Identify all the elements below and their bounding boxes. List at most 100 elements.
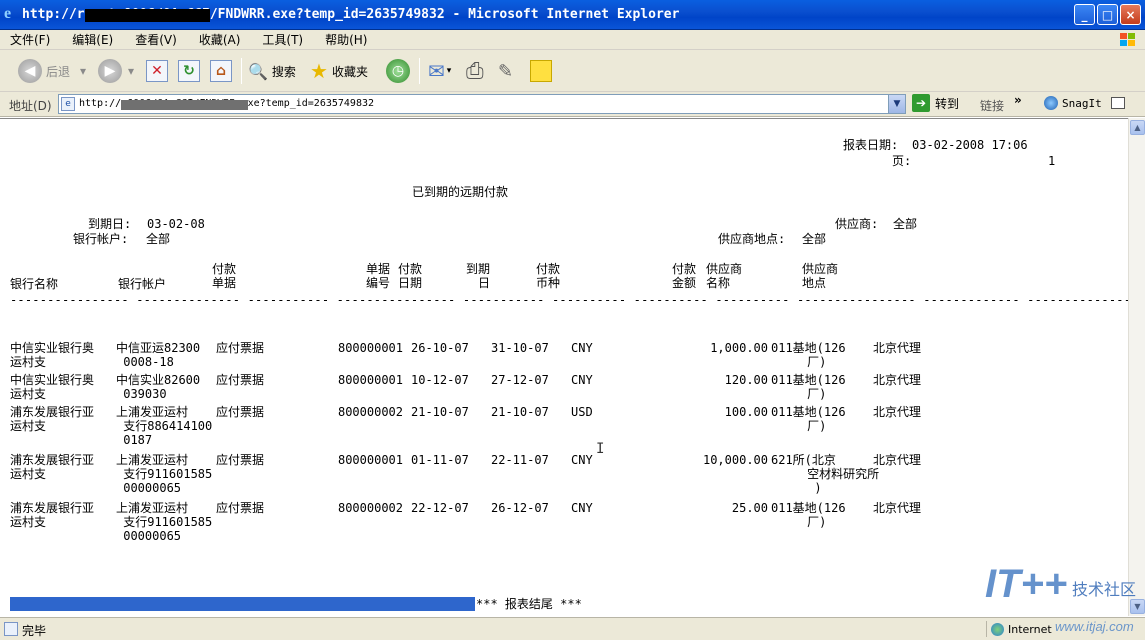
- cell-site: 北京代理: [873, 373, 922, 387]
- cell-account: 中信实业82600 039030: [116, 373, 201, 401]
- cell-vendor: 621所(北京 空材料研究所 ): [771, 453, 880, 495]
- cell-vendor: 011基地(126 厂): [771, 405, 846, 433]
- history-button[interactable]: ◷: [386, 58, 410, 84]
- snagit-capture-icon[interactable]: [1111, 97, 1125, 109]
- header-bank-account: 银行帐户: [118, 277, 167, 291]
- edit-button[interactable]: ✎: [498, 58, 513, 84]
- address-bar: 地址(D) e http:// 6006/OA_CGI/FNDWRR.exe?t…: [0, 92, 1145, 117]
- cell-amount: 100.00: [724, 405, 768, 419]
- page-icon: e: [61, 97, 75, 111]
- cell-due: 31-10-07: [491, 341, 549, 355]
- supplier: 全部: [893, 217, 918, 231]
- back-button[interactable]: ◀ 后退 ▾: [18, 58, 86, 84]
- print-button[interactable]: ⎙: [466, 58, 484, 84]
- cell-bank: 中信实业银行奥 运村支: [10, 373, 95, 401]
- menu-help[interactable]: 帮助(H): [325, 31, 367, 48]
- cell-bank: 浦东发展银行亚 运村支: [10, 453, 95, 481]
- security-zone: Internet: [986, 621, 1052, 637]
- cell-vendor: 011基地(126 厂): [771, 373, 846, 401]
- cell-doc-no: 800000001: [337, 373, 403, 387]
- header-separator: ---------------- -------------- --------…: [10, 293, 1128, 307]
- favorites-button[interactable]: ★ 收藏夹: [310, 58, 368, 84]
- discuss-button[interactable]: [530, 58, 552, 84]
- cell-currency: CNY: [571, 453, 593, 467]
- report-date: 03-02-2008 17:06: [912, 138, 1028, 152]
- cell-pay-date: 22-12-07: [411, 501, 469, 515]
- scroll-down-icon[interactable]: ▼: [1130, 599, 1145, 614]
- address-label: 地址(D): [9, 99, 52, 113]
- report-footer: *** 报表结尾 ***: [476, 597, 582, 611]
- page-content: 报表日期: 03-02-2008 17:06 页: 1 已到期的远期付款 到期日…: [0, 118, 1128, 616]
- cell-amount: 1,000.00: [710, 341, 768, 355]
- cell-due: 22-11-07: [491, 453, 549, 467]
- refresh-button[interactable]: ↻: [178, 58, 200, 84]
- cell-pay-date: 01-11-07: [411, 453, 469, 467]
- address-input[interactable]: e http:// 6006/OA_CGI/FNDWRR.exe?temp_id…: [58, 94, 906, 114]
- header-payment-doc: 付款 单据: [212, 262, 237, 290]
- vertical-scrollbar[interactable]: ▲ ▼: [1128, 118, 1145, 616]
- close-button[interactable]: ×: [1120, 4, 1141, 25]
- forward-button[interactable]: ▶ ▾: [98, 58, 134, 84]
- cell-due: 27-12-07: [491, 373, 549, 387]
- progress-fill: [10, 597, 475, 611]
- menu-file[interactable]: 文件(F): [10, 31, 50, 48]
- menu-favorites[interactable]: 收藏(A): [199, 31, 241, 48]
- minimize-button[interactable]: _: [1074, 4, 1095, 25]
- menu-tools[interactable]: 工具(T): [262, 31, 303, 48]
- bank-account-label: 银行帐户:: [73, 232, 129, 246]
- favorites-star-icon: ★: [310, 59, 328, 83]
- page-number: 1: [1048, 154, 1056, 168]
- cell-amount: 25.00: [731, 501, 768, 515]
- due-date: 03-02-08: [147, 217, 205, 231]
- toolbar-separator: [419, 58, 420, 84]
- cell-doc-no: 800000002: [337, 501, 403, 515]
- snagit-button[interactable]: SnagIt: [1044, 96, 1102, 110]
- cell-bank: 中信实业银行奥 运村支: [10, 341, 95, 369]
- maximize-button[interactable]: □: [1097, 4, 1118, 25]
- chevron-down-icon: ▾: [128, 64, 135, 78]
- address-dropdown-icon[interactable]: ▼: [888, 95, 905, 113]
- cell-doc: 应付票据: [216, 405, 265, 419]
- print-icon: ⎙: [466, 58, 484, 84]
- links-more-icon[interactable]: »: [1014, 93, 1022, 107]
- home-button[interactable]: ⌂: [210, 58, 232, 84]
- chevron-down-icon: ▾: [446, 66, 452, 76]
- cell-account: 上浦发亚运村 支行911601585 00000065: [116, 453, 213, 495]
- refresh-icon: ↻: [178, 60, 200, 82]
- stop-icon: ✕: [146, 60, 168, 82]
- cell-currency: USD: [571, 405, 593, 419]
- go-button[interactable]: ➔ 转到: [912, 94, 959, 112]
- cell-doc: 应付票据: [216, 453, 265, 467]
- cell-pay-date: 26-10-07: [411, 341, 469, 355]
- mail-button[interactable]: ✉ ▾: [428, 58, 451, 84]
- header-currency: 付款 币种: [536, 262, 561, 290]
- search-button[interactable]: 🔍 搜索: [248, 58, 296, 84]
- header-payment-date: 付款 日期: [398, 262, 423, 290]
- toolbar: ◀ 后退 ▾ ▶ ▾ ✕ ↻ ⌂ 🔍 搜索 ★ 收藏夹 ◷ ✉ ▾ ⎙ ✎: [0, 50, 1145, 92]
- report-title: 已到期的远期付款: [412, 185, 509, 199]
- cell-amount: 10,000.00: [702, 453, 768, 467]
- links-label[interactable]: 链接: [980, 97, 1004, 114]
- scroll-up-icon[interactable]: ▲: [1130, 120, 1145, 135]
- header-bank-name: 银行名称: [10, 277, 59, 291]
- menu-view[interactable]: 查看(V): [135, 31, 177, 48]
- forward-arrow-icon: ▶: [98, 59, 122, 83]
- cell-doc: 应付票据: [216, 501, 265, 515]
- status-bar: 完毕 Internet: [0, 617, 1145, 640]
- header-supplier-name: 供应商 名称: [706, 262, 743, 290]
- stop-button[interactable]: ✕: [146, 58, 168, 84]
- go-label: 转到: [935, 96, 960, 111]
- bank-account: 全部: [146, 232, 171, 246]
- go-arrow-icon: ➔: [912, 94, 930, 112]
- redaction-box: [121, 100, 248, 110]
- menu-edit[interactable]: 编辑(E): [72, 31, 113, 48]
- back-label: 后退: [46, 64, 71, 79]
- snagit-label: SnagIt: [1062, 96, 1102, 110]
- header-doc-no: 单据 编号: [366, 262, 391, 290]
- cell-doc: 应付票据: [216, 341, 265, 355]
- title-bar[interactable]: e http://r net:8006/OA_CGI/FNDWRR.exe?te…: [0, 0, 1145, 30]
- edit-icon: ✎: [498, 60, 514, 82]
- cell-doc-no: 800000001: [337, 341, 403, 355]
- cell-site: 北京代理: [873, 341, 922, 355]
- report-date-label: 报表日期:: [843, 138, 899, 152]
